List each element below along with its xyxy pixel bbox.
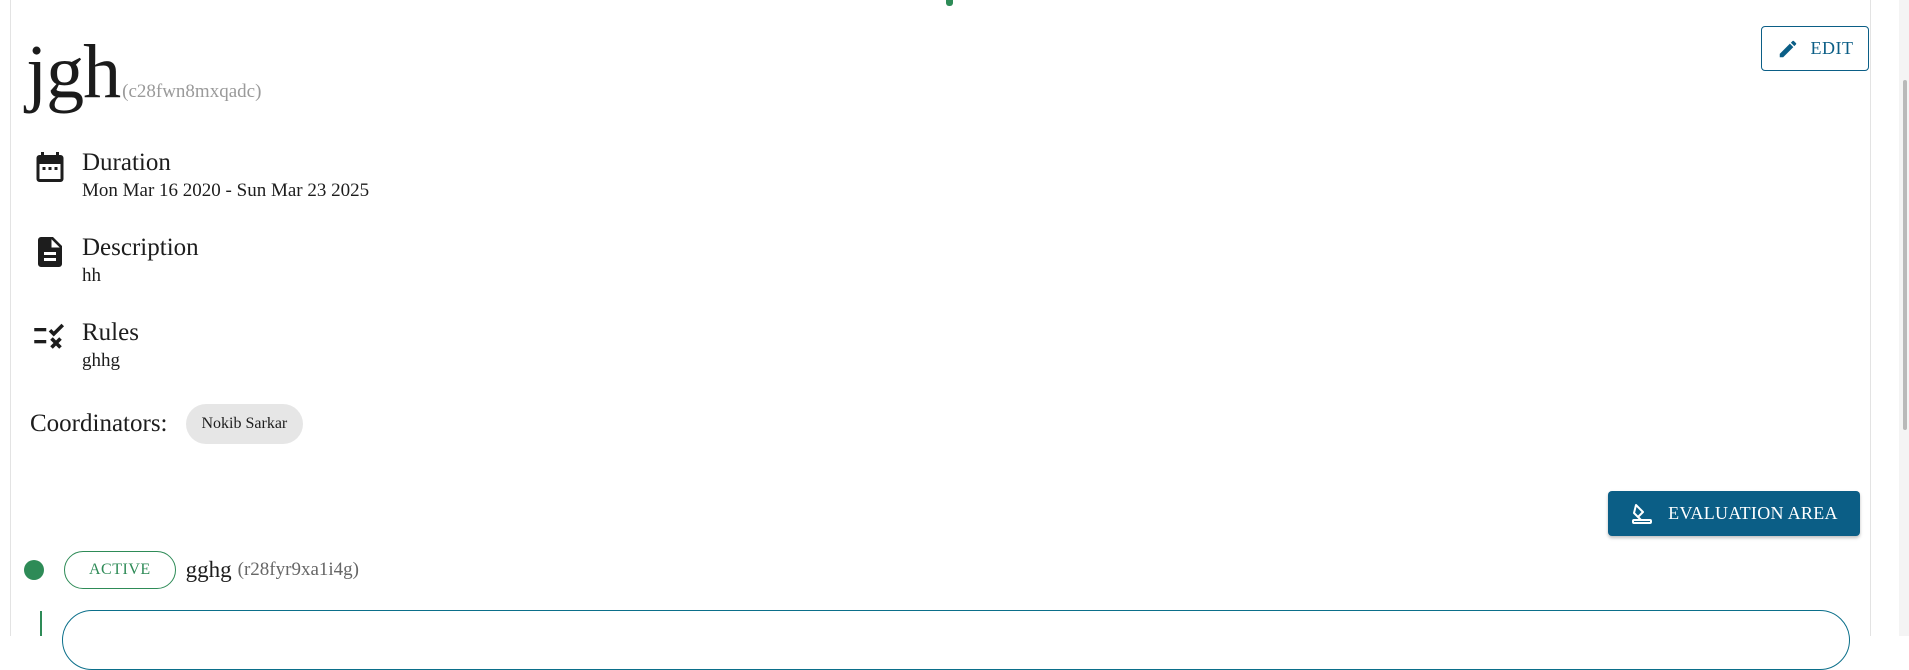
description-label: Description bbox=[82, 234, 199, 261]
rules-label: Rules bbox=[82, 319, 139, 346]
description-section: Description hh bbox=[32, 233, 199, 289]
rules-checklist-icon bbox=[34, 323, 65, 349]
page-title: jgh bbox=[26, 30, 121, 114]
page-container bbox=[10, 0, 1871, 636]
timeline-connector bbox=[40, 611, 42, 636]
event-code: (c28fwn8mxqadc) bbox=[122, 81, 262, 102]
round-code: (r28fyr9xa1i4g) bbox=[237, 559, 360, 580]
event-header: jgh (c28fwn8mxqadc) bbox=[26, 32, 261, 112]
edit-button-label: EDIT bbox=[1810, 38, 1854, 58]
status-badge: ACTIVE bbox=[64, 551, 176, 589]
evaluation-area-button[interactable]: EVALUATION AREA bbox=[1608, 491, 1860, 536]
scrollbar-thumb[interactable] bbox=[1903, 80, 1907, 430]
rules-value: ghhg bbox=[82, 350, 120, 371]
duration-label: Duration bbox=[82, 149, 171, 176]
coordinators-section: Coordinators: Nokib Sarkar bbox=[30, 404, 304, 444]
document-icon bbox=[38, 237, 62, 267]
calendar-icon bbox=[36, 152, 64, 182]
duration-section: Duration Mon Mar 16 2020 - Sun Mar 23 20… bbox=[32, 148, 369, 204]
round-header: ACTIVE gghg (r28fyr9xa1i4g) bbox=[24, 551, 359, 589]
round-card[interactable] bbox=[62, 610, 1850, 670]
top-accent-mark bbox=[946, 0, 953, 6]
status-dot bbox=[24, 560, 44, 580]
round-title: gghg bbox=[185, 557, 232, 582]
coordinator-chip[interactable]: Nokib Sarkar bbox=[185, 404, 304, 444]
coordinators-label: Coordinators: bbox=[30, 410, 168, 437]
rules-section: Rules ghhg bbox=[32, 318, 139, 374]
description-value: hh bbox=[82, 265, 101, 286]
pencil-icon bbox=[1779, 40, 1796, 57]
duration-value: Mon Mar 16 2020 - Sun Mar 23 2025 bbox=[82, 180, 370, 201]
evaluation-area-label: EVALUATION AREA bbox=[1668, 503, 1838, 523]
edit-button[interactable]: EDIT bbox=[1761, 26, 1869, 71]
evaluation-icon bbox=[1632, 503, 1653, 524]
